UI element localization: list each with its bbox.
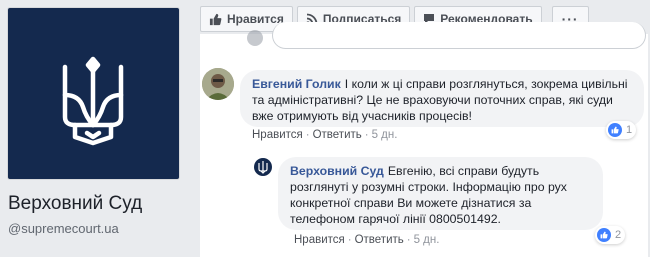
comment: Евгений Голик І коли ж ці справи розгляну…: [200, 34, 648, 146]
page-sidebar: Верховний Суд @supremecourt.ua: [0, 0, 188, 257]
like-comment-link[interactable]: Нравится: [252, 129, 303, 141]
comment-bubble: Верховний Суд Евгенію, всі справи будуть …: [278, 157, 603, 230]
like-page-label: Нравится: [227, 12, 284, 26]
reply-link[interactable]: Ответить: [355, 234, 404, 246]
comment-author[interactable]: Евгений Голик: [252, 77, 341, 91]
like-comment-link[interactable]: Нравится: [294, 234, 345, 246]
reaction-count-value: 2: [615, 229, 622, 241]
comment-actions: Нравится · Ответить · 5 дн.: [252, 129, 398, 141]
comment-actions: Нравится · Ответить · 5 дн.: [294, 234, 440, 246]
comments-section: Евгений Голик І коли ж ці справи розгляну…: [200, 22, 648, 257]
comment-author[interactable]: Верховний Суд: [290, 164, 384, 178]
trident-icon: [258, 161, 268, 174]
reaction-count[interactable]: 2: [595, 226, 626, 244]
thumbs-up-icon: [209, 13, 222, 26]
reaction-count-value: 1: [626, 124, 633, 136]
main-column: Нравится Подписаться Рекомендовать ··· Е…: [188, 0, 650, 257]
page-profile-picture[interactable]: [8, 8, 179, 179]
like-reaction-icon: [608, 123, 622, 137]
avatar[interactable]: [202, 68, 234, 100]
page-title[interactable]: Верховний Суд: [8, 193, 142, 215]
user-photo-icon: [202, 68, 234, 100]
page-username[interactable]: @supremecourt.ua: [8, 221, 119, 236]
like-reaction-icon: [597, 228, 611, 242]
reply-comment: Верховний Суд Евгенію, всі справи будуть …: [200, 149, 648, 257]
comment-bubble: Евгений Голик І коли ж ці справи розгляну…: [240, 70, 644, 127]
comment-timestamp[interactable]: 5 дн.: [414, 234, 440, 246]
comment-timestamp[interactable]: 5 дн.: [372, 129, 398, 141]
trident-icon: [62, 56, 124, 146]
reaction-count[interactable]: 1: [606, 121, 637, 139]
avatar[interactable]: [254, 158, 272, 176]
reply-link[interactable]: Ответить: [313, 129, 362, 141]
